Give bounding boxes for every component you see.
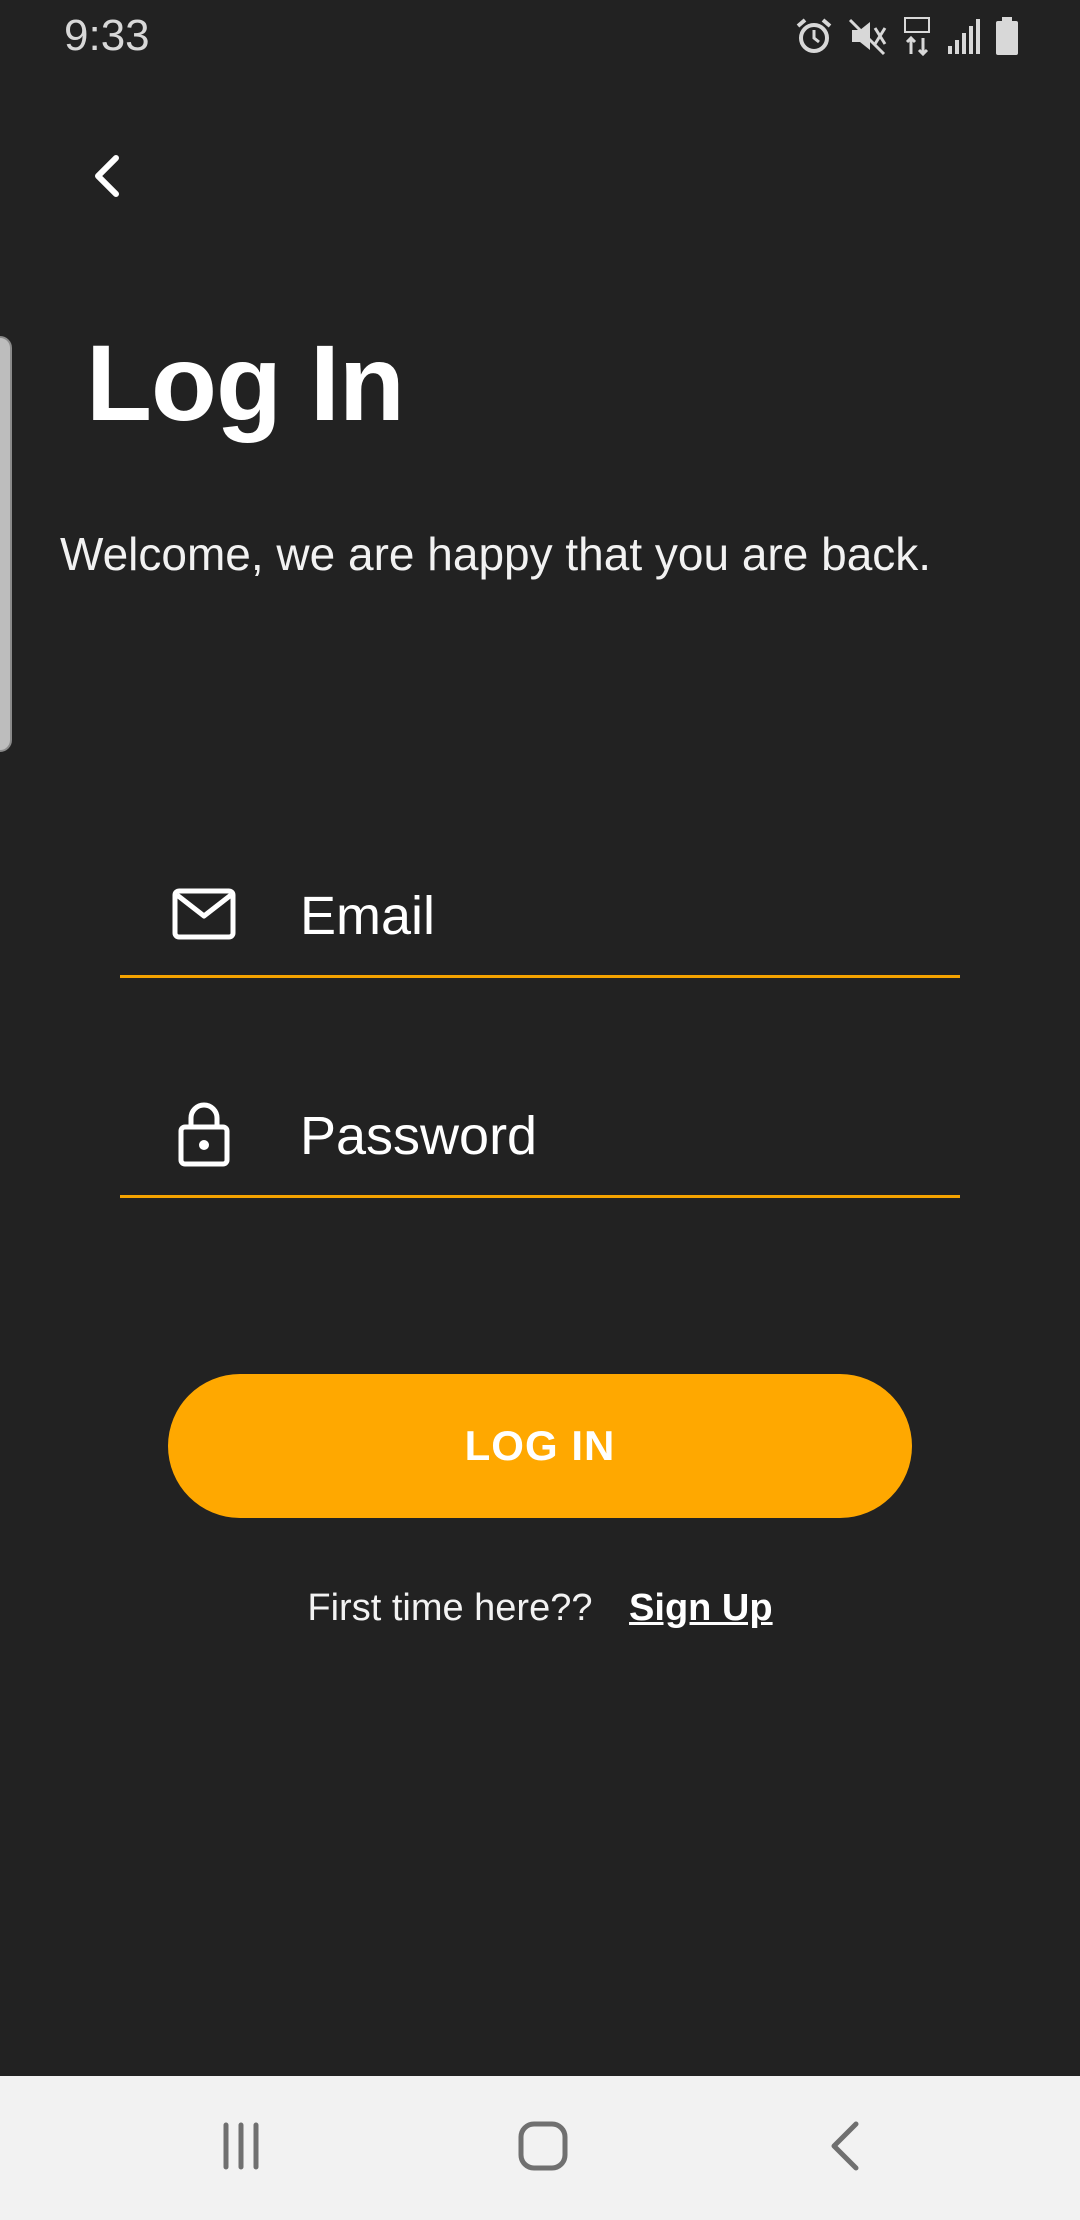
navigation-bar — [0, 2076, 1080, 2220]
login-button[interactable]: LOG IN — [168, 1374, 912, 1518]
system-back-button[interactable] — [810, 2112, 882, 2184]
password-field[interactable]: Password — [120, 1094, 960, 1198]
recents-icon — [216, 2121, 266, 2176]
welcome-subtitle: Welcome, we are happy that you are back. — [60, 528, 932, 580]
alarm-icon — [794, 16, 834, 56]
edge-panel-handle[interactable] — [0, 336, 12, 752]
lock-icon — [172, 1094, 236, 1174]
recents-button[interactable] — [205, 2112, 277, 2184]
signup-prompt: First time here?? — [307, 1587, 593, 1629]
status-bar: 9:33 — [0, 0, 1080, 72]
back-button[interactable] — [80, 150, 136, 206]
home-icon — [517, 2120, 569, 2177]
mail-icon — [172, 874, 236, 954]
battery-icon — [994, 16, 1020, 56]
back-icon — [826, 2120, 866, 2177]
status-icons — [794, 14, 1020, 58]
signup-link[interactable]: Sign Up — [629, 1587, 773, 1629]
email-field[interactable]: Email — [120, 874, 960, 978]
chevron-left-icon — [90, 154, 126, 203]
home-button[interactable] — [507, 2112, 579, 2184]
signal-icon — [946, 16, 980, 56]
email-input[interactable]: Email — [300, 874, 940, 958]
password-input[interactable]: Password — [300, 1094, 940, 1178]
signup-row: First time here?? Sign Up — [0, 1580, 1080, 1636]
lte-data-icon — [902, 16, 932, 56]
page-title: Log In — [86, 322, 405, 443]
status-time: 9:33 — [64, 11, 150, 60]
mute-icon — [848, 16, 888, 56]
